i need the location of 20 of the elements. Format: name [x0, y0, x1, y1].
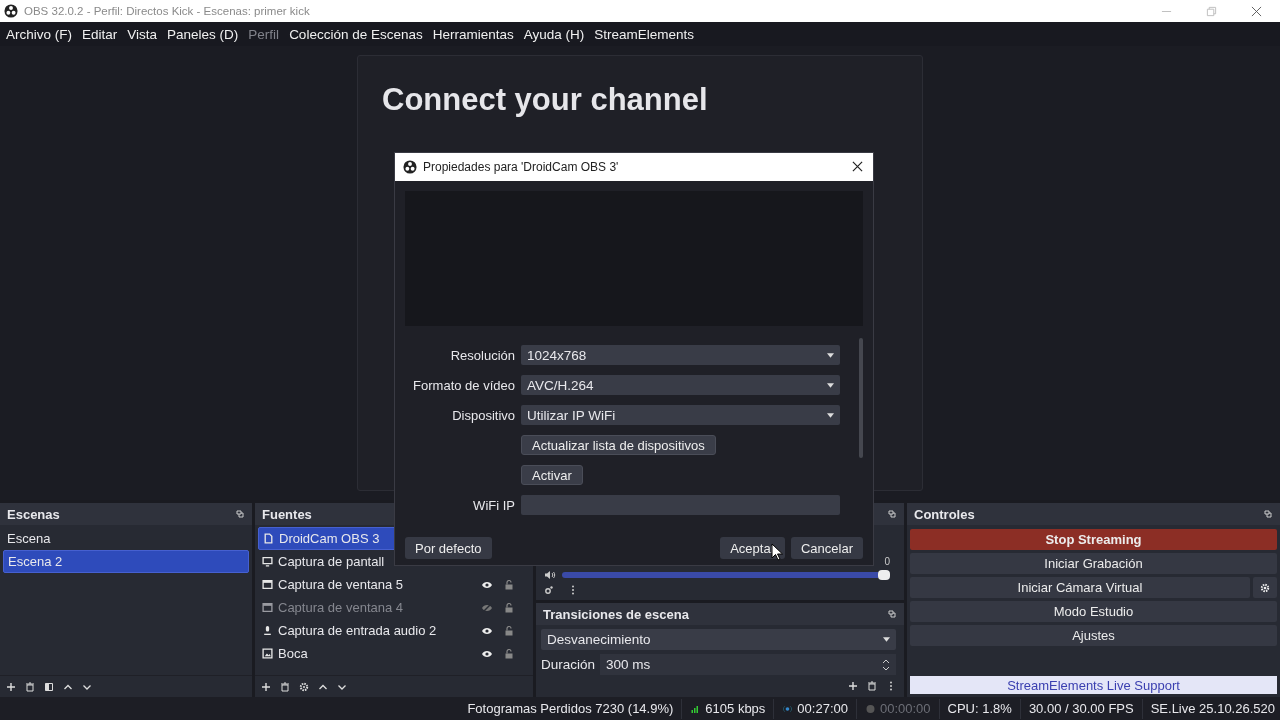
status-text: 6105 kbps [705, 701, 766, 716]
dialog-title: Propiedades para 'DroidCam OBS 3' [423, 160, 619, 174]
status-text: 30.00 / 30.00 FPS [1028, 701, 1134, 716]
status-text: CPU: 1.8% [947, 701, 1012, 716]
dock-title: Transiciones de escena [543, 606, 689, 622]
status-text: SE.Live 25.10.26.520 [1150, 701, 1275, 716]
field-label: WiFi IP [472, 497, 515, 513]
field-label: Dispositivo [451, 407, 515, 423]
window-title: OBS 32.0.2 - Perfil: Directos Kick - Escenas: primer kick [24, 5, 310, 17]
panel-heading: Connect your channel [382, 82, 709, 118]
field-label: Formato de vídeo [412, 377, 515, 393]
meter-label: 0 [884, 556, 890, 567]
status-text: 00:27:00 [797, 701, 848, 716]
status-text: Fotogramas Perdidos 7230 (14.9%) [467, 701, 674, 716]
duration-label: Duración [541, 657, 596, 672]
status-text: 00:00:00 [879, 701, 931, 716]
dock-title: Fuentes [262, 506, 312, 522]
dock-title: Escenas [7, 506, 60, 522]
field-label: Resolución [449, 347, 515, 363]
dock-title: Controles [914, 506, 975, 522]
